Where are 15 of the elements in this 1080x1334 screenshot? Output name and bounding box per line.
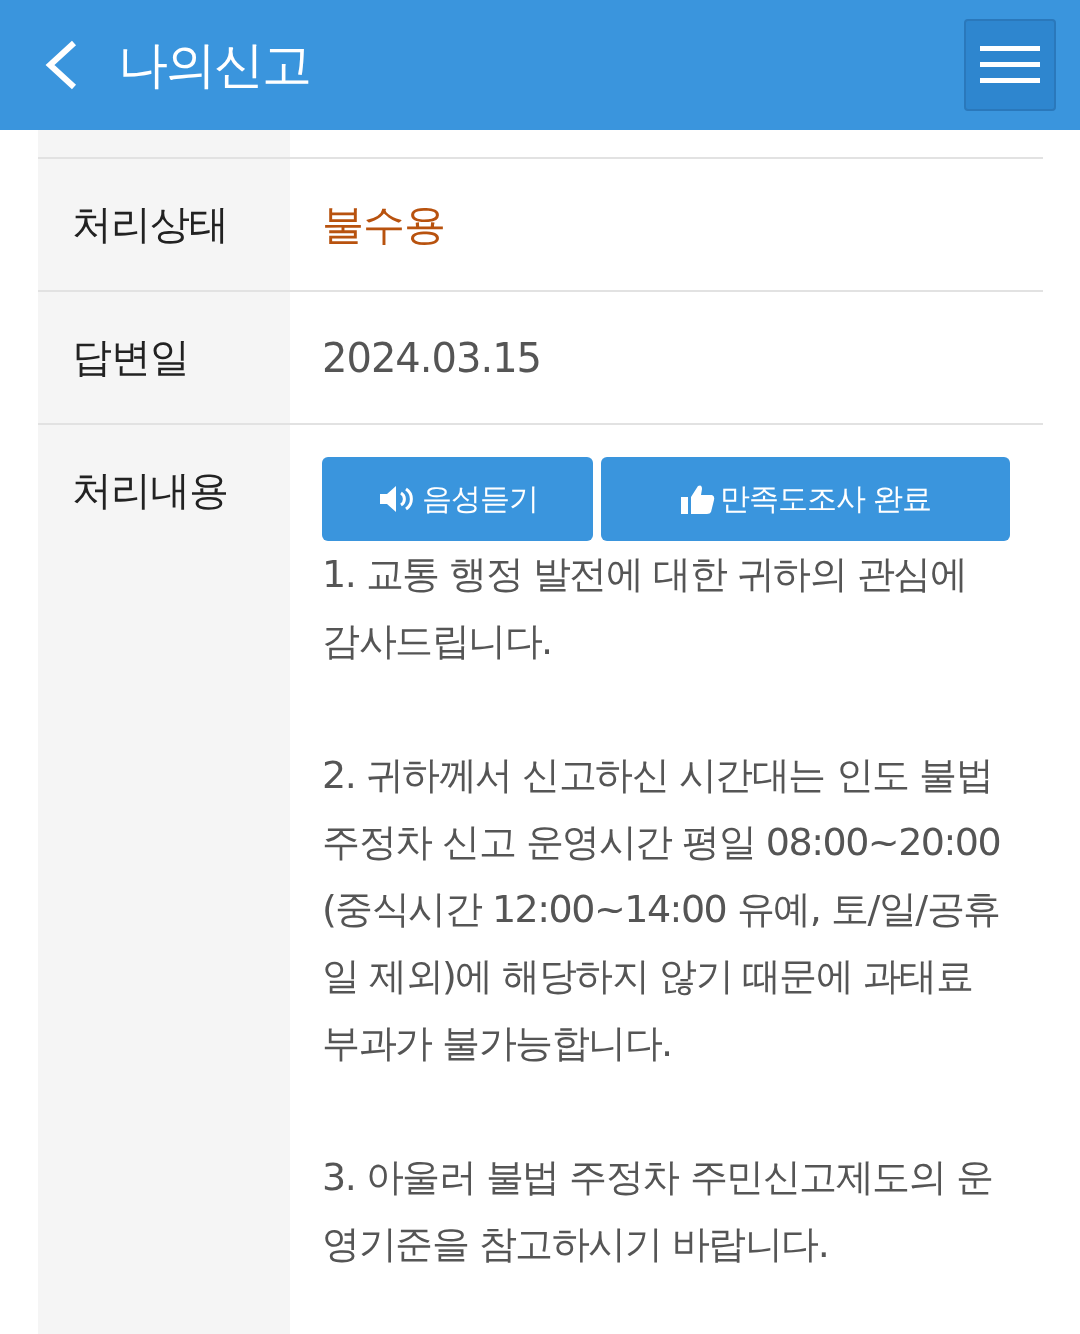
thumbs-up-icon [679, 482, 716, 516]
menu-button[interactable] [964, 19, 1056, 111]
action-button[interactable]: 만족도조사 완료 [601, 457, 1010, 541]
answer-paragraph: 1. 교통 행정 발전에 대한 귀하의 관심에 감사드립니다. [322, 551, 968, 665]
action-button[interactable]: 음성듣기 [322, 457, 593, 541]
answer-paragraph: 3. 아울러 불법 주정차 주민신고제도의 운영기준을 참고하시기 바랍니다. [322, 1154, 994, 1268]
page-title: 나의신고 [118, 34, 311, 96]
date-value: 2024.03.15 [322, 334, 542, 381]
field-label: 처리내용 [72, 466, 228, 515]
back-icon[interactable] [44, 39, 78, 91]
status-value: 불수용 [322, 198, 445, 251]
answer-paragraph: 2. 귀하께서 신고하신 시간대는 인도 불법 주정차 신고 운영시간 평일 08:00~20:00(중식시간 12:00~14:00 유예, 토/일/공휴일 제외)에 해당하지 않기 때문에 과태료 부과가 불가능합니다. [322, 752, 1002, 1067]
field-label: 처리상태 [72, 200, 228, 249]
field-label: 답변일 [72, 333, 189, 382]
menu-icon [980, 44, 1040, 86]
